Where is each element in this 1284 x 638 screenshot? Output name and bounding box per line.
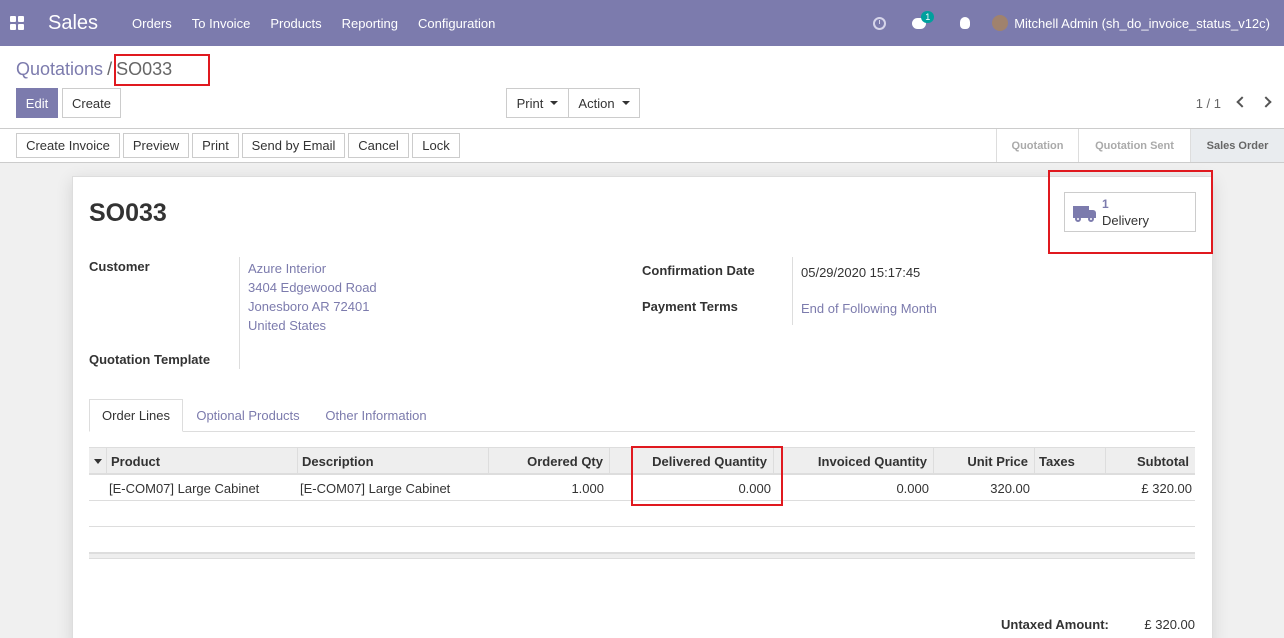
quotation-template-label: Quotation Template (89, 352, 211, 367)
delivery-label: Delivery (1102, 213, 1149, 228)
order-title: SO033 (89, 199, 167, 227)
tab-order-lines[interactable]: Order Lines (89, 399, 183, 432)
chat-count-badge: 1 (921, 10, 935, 23)
breadcrumb-current: SO033 (116, 59, 173, 79)
activity-clock-icon[interactable] (873, 16, 887, 30)
table-header: Product Description Ordered Qty Delivere… (89, 447, 1195, 475)
empty-table-row (89, 527, 1195, 553)
edit-button[interactable]: Edit (16, 88, 58, 118)
print-dropdown-label: Print (516, 95, 544, 111)
preview-button[interactable]: Preview (123, 133, 189, 158)
cell-product[interactable]: [E-COM07] Large Cabinet (109, 475, 297, 501)
control-panel: Quotations / SO033 Edit Create Print Actio… (0, 46, 1284, 129)
customer-city: Jonesboro AR 72401 (248, 299, 370, 314)
customer-address[interactable]: Azure Interior 3404 Edgewood Road Jonesb… (248, 259, 377, 335)
column-invoiced-quantity[interactable]: Invoiced Quantity (773, 448, 933, 474)
payment-terms-value[interactable]: End of Following Month (801, 301, 937, 316)
customer-label: Customer (89, 259, 150, 274)
cell-description[interactable]: [E-COM07] Large Cabinet (300, 475, 488, 501)
form-tabs: Order Lines Optional Products Other Info… (89, 399, 1195, 432)
cell-delivered-qty[interactable]: 0.000 (609, 475, 771, 501)
customer-street: 3404 Edgewood Road (248, 280, 377, 295)
app-brand[interactable]: Sales (48, 12, 98, 35)
table-footer (89, 553, 1195, 559)
stage-quotation-sent[interactable]: Quotation Sent (1078, 129, 1190, 162)
print-dropdown[interactable]: Print (506, 88, 569, 118)
cancel-button[interactable]: Cancel (348, 133, 409, 158)
caret-down-icon (94, 459, 102, 464)
stage-sales-order[interactable]: Sales Order (1190, 129, 1284, 162)
menu-reporting[interactable]: Reporting (342, 16, 398, 31)
tab-other-information[interactable]: Other Information (315, 399, 437, 432)
column-unit-price[interactable]: Unit Price (933, 448, 1034, 474)
truck-icon (1073, 206, 1097, 222)
caret-down-icon (621, 101, 630, 105)
confirmation-date-label: Confirmation Date (642, 263, 755, 278)
row-handle-column[interactable] (89, 448, 106, 474)
action-dropdown[interactable]: Action (568, 88, 640, 118)
field-divider (239, 257, 240, 369)
breadcrumb-quotations-link[interactable]: Quotations (16, 59, 103, 79)
chevron-left-icon (1236, 96, 1248, 108)
field-divider (792, 257, 793, 325)
customer-country: United States (248, 318, 327, 333)
column-subtotal[interactable]: Subtotal (1105, 448, 1195, 474)
user-avatar[interactable] (992, 15, 1009, 31)
create-button[interactable]: Create (62, 88, 121, 118)
customer-name[interactable]: Azure Interior (248, 259, 377, 278)
delivery-count: 1 (1102, 197, 1109, 211)
apps-menu-icon[interactable] (10, 16, 24, 30)
debug-bug-icon[interactable] (960, 17, 971, 29)
lock-button[interactable]: Lock (412, 133, 460, 158)
delivery-smart-button[interactable]: 1 Delivery (1064, 192, 1196, 232)
order-lines-table: Product Description Ordered Qty Delivere… (89, 447, 1195, 559)
print-button[interactable]: Print (192, 133, 239, 158)
menu-orders[interactable]: Orders (132, 16, 172, 31)
breadcrumb-separator: / (107, 59, 113, 79)
column-delivered-quantity[interactable]: Delivered Quantity (609, 448, 773, 474)
cell-unit-price[interactable]: 320.00 (933, 475, 1030, 501)
action-dropdown-label: Action (578, 95, 615, 111)
stage-quotation[interactable]: Quotation (996, 129, 1078, 162)
menu-configuration[interactable]: Configuration (418, 16, 495, 31)
create-invoice-button[interactable]: Create Invoice (16, 133, 120, 158)
empty-table-row (89, 501, 1195, 527)
cell-subtotal[interactable]: £ 320.00 (1105, 475, 1192, 501)
tab-optional-products[interactable]: Optional Products (189, 399, 307, 432)
form-sheet: SO033 1 Delivery Customer Azure Interior… (72, 176, 1213, 638)
pager-next-button[interactable] (1260, 95, 1275, 109)
column-taxes[interactable]: Taxes (1034, 448, 1105, 474)
chat-icon[interactable]: 1 (912, 10, 935, 29)
breadcrumb: Quotations / SO033 (16, 59, 172, 80)
table-row[interactable]: [E-COM07] Large Cabinet [E-COM07] Large … (89, 475, 1195, 501)
user-menu[interactable]: Mitchell Admin (sh_do_invoice_status_v12… (1014, 16, 1270, 31)
untaxed-amount-value: £ 320.00 (1144, 617, 1195, 632)
menu-to-invoice[interactable]: To Invoice (192, 16, 251, 31)
menu-products[interactable]: Products (270, 16, 321, 31)
pager-value[interactable]: 1 / 1 (1196, 96, 1221, 111)
cell-invoiced-qty[interactable]: 0.000 (773, 475, 929, 501)
column-product[interactable]: Product (106, 448, 297, 474)
status-bar: Create Invoice Preview Print Send by Ema… (0, 129, 1284, 163)
chevron-right-icon (1260, 96, 1272, 108)
cell-ordered-qty[interactable]: 1.000 (488, 475, 604, 501)
cell-taxes[interactable] (1037, 475, 1105, 501)
send-by-email-button[interactable]: Send by Email (242, 133, 345, 158)
column-ordered-qty[interactable]: Ordered Qty (488, 448, 609, 474)
payment-terms-label: Payment Terms (642, 299, 738, 314)
untaxed-amount-label: Untaxed Amount: (1001, 617, 1109, 632)
column-description[interactable]: Description (297, 448, 488, 474)
pager-previous-button[interactable] (1234, 95, 1248, 109)
confirmation-date-value: 05/29/2020 15:17:45 (801, 265, 921, 280)
top-navbar: Sales Orders To Invoice Products Reporti… (0, 0, 1284, 46)
caret-down-icon (550, 101, 559, 105)
